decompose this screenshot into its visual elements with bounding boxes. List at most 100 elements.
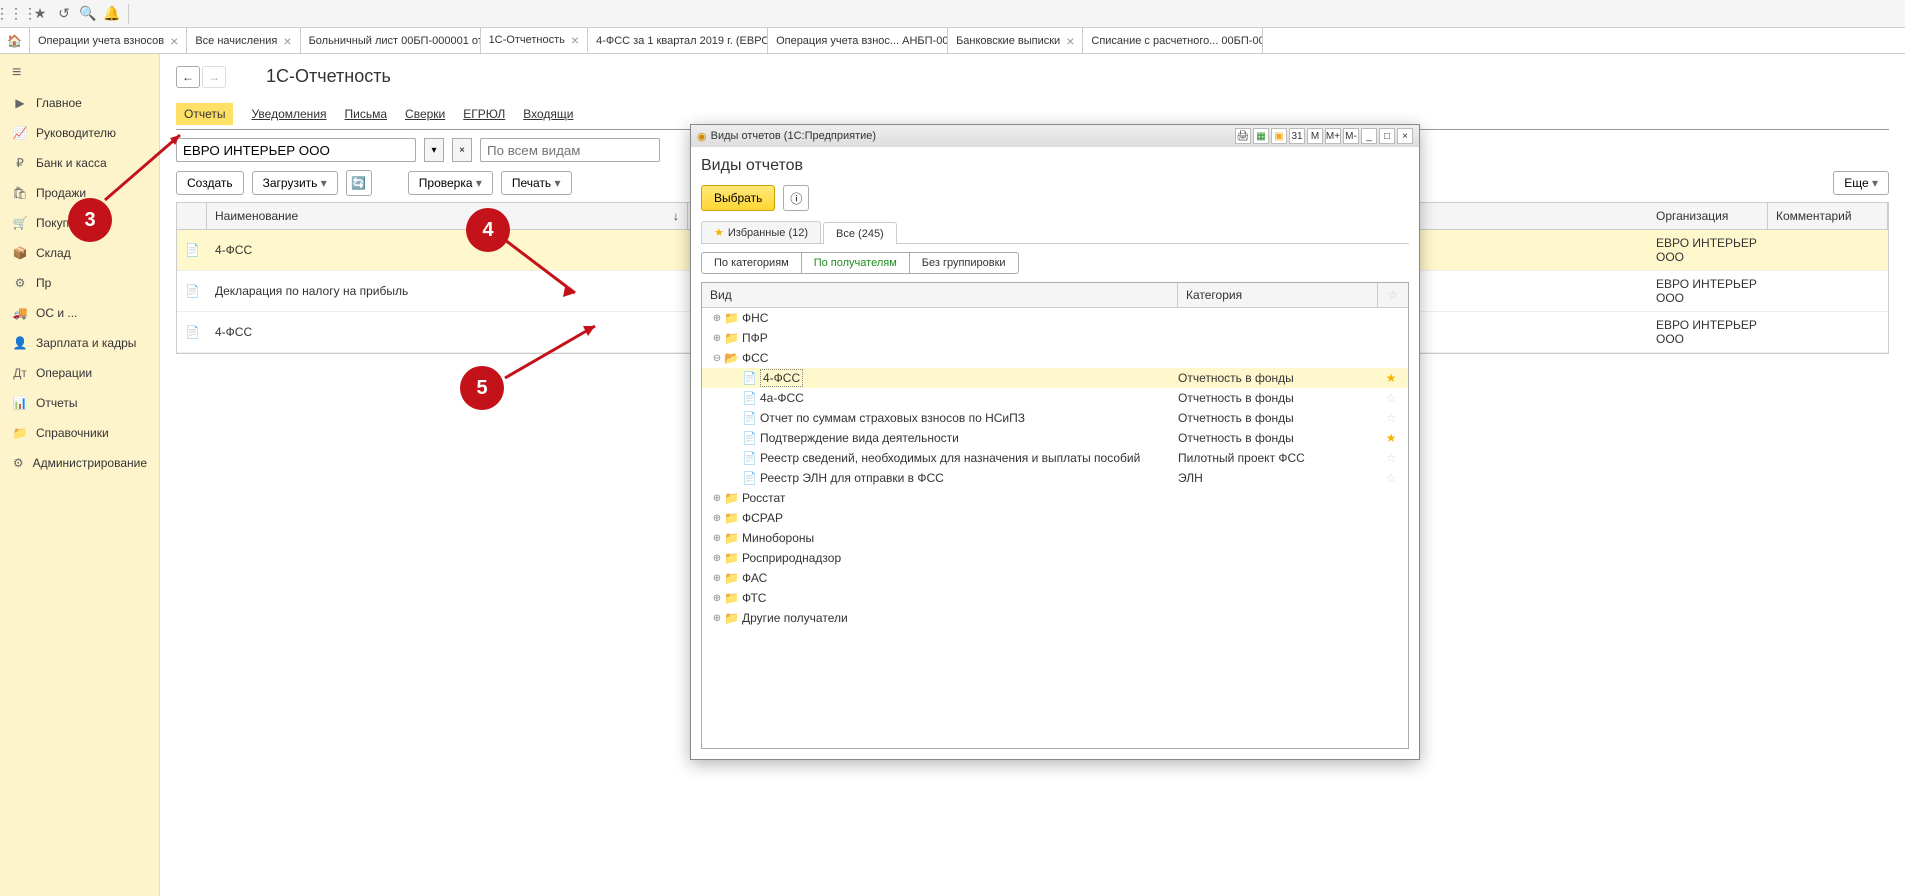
maximize-icon[interactable]: □: [1379, 128, 1395, 144]
tree-item[interactable]: 📄Реестр сведений, необходимых для назнач…: [702, 448, 1408, 468]
col-org[interactable]: Организация: [1648, 203, 1768, 229]
m-minus-icon[interactable]: M-: [1343, 128, 1359, 144]
check-button[interactable]: Проверка: [408, 171, 493, 195]
sidebar-item-admin[interactable]: ⚙Администрирование: [0, 448, 159, 478]
star-icon[interactable]: ★: [28, 2, 52, 26]
expand-icon[interactable]: ⊕: [710, 573, 724, 584]
sidebar-item-salary[interactable]: 👤Зарплата и кадры: [0, 328, 159, 358]
back-button[interactable]: ←: [176, 66, 200, 88]
search-input[interactable]: [480, 138, 660, 162]
tree-folder-fss[interactable]: ⊖📂ФСС: [702, 348, 1408, 368]
sidebar-item-reports[interactable]: 📊Отчеты: [0, 388, 159, 418]
tab-3[interactable]: 1С-Отчетность×: [481, 28, 589, 53]
tab-5[interactable]: Операция учета взнос... АНБП-000001×: [768, 28, 948, 53]
select-button[interactable]: Выбрать: [701, 185, 775, 211]
m-plus-icon[interactable]: M+: [1325, 128, 1341, 144]
organization-input[interactable]: [176, 138, 416, 162]
more-button[interactable]: Еще: [1833, 171, 1889, 195]
tree-col-category[interactable]: Категория: [1178, 283, 1378, 307]
tree-folder[interactable]: ⊕📁ФСРАР: [702, 508, 1408, 528]
home-tab[interactable]: 🏠: [0, 28, 30, 53]
close-icon[interactable]: ×: [571, 32, 579, 48]
tree-item[interactable]: 📄Реестр ЭЛН для отправки в ФССЭЛН☆: [702, 468, 1408, 488]
tab-7[interactable]: Списание с расчетного... 00БП-000002×: [1083, 28, 1263, 53]
expand-icon[interactable]: ⊕: [710, 333, 724, 344]
close-icon[interactable]: ×: [1397, 128, 1413, 144]
sidebar-item-operations[interactable]: ДтОперации: [0, 358, 159, 388]
search-icon[interactable]: 🔍: [76, 2, 100, 26]
org-clear-button[interactable]: ×: [452, 138, 472, 162]
tree-item-4fss[interactable]: 📄4-ФССОтчетность в фонды★: [702, 368, 1408, 388]
col-name[interactable]: Наименование↓: [207, 203, 688, 229]
tree-folder[interactable]: ⊕📁Минобороны: [702, 528, 1408, 548]
load-button[interactable]: Загрузить: [252, 171, 338, 195]
expand-icon[interactable]: ⊕: [710, 513, 724, 524]
star-icon[interactable]: ☆: [1378, 391, 1404, 405]
tree-folder-pfr[interactable]: ⊕📁ПФР: [702, 328, 1408, 348]
star-icon[interactable]: ☆: [1378, 471, 1404, 485]
star-icon[interactable]: ☆: [1378, 411, 1404, 425]
col-comment[interactable]: Комментарий: [1768, 203, 1888, 229]
sidebar-item-main[interactable]: ▶Главное: [0, 88, 159, 118]
tree-folder[interactable]: ⊕📁Росстат: [702, 488, 1408, 508]
tree-col-star[interactable]: ☆: [1378, 283, 1408, 307]
save-icon[interactable]: ▦: [1253, 128, 1269, 144]
menu-toggle-icon[interactable]: ≡: [0, 58, 159, 88]
calc-icon[interactable]: ▣: [1271, 128, 1287, 144]
tree-folder-fns[interactable]: ⊕📁ФНС: [702, 308, 1408, 328]
sidebar-item-production[interactable]: ⚙Пр: [0, 268, 159, 298]
refresh-button[interactable]: 🔄: [346, 170, 372, 196]
calendar-icon[interactable]: 31: [1289, 128, 1305, 144]
expand-icon[interactable]: ⊕: [710, 493, 724, 504]
tree-folder[interactable]: ⊕📁ФТС: [702, 588, 1408, 608]
close-icon[interactable]: ×: [283, 33, 291, 49]
subtab-egrul[interactable]: ЕГРЮЛ: [463, 103, 505, 125]
print-button[interactable]: Печать: [501, 171, 572, 195]
tree-item[interactable]: 📄Отчет по суммам страховых взносов по НС…: [702, 408, 1408, 428]
expand-icon[interactable]: ⊕: [710, 553, 724, 564]
subtab-notifications[interactable]: Уведомления: [251, 103, 326, 125]
action-icon-button[interactable]: ⓘ: [783, 185, 809, 211]
sidebar-item-catalogs[interactable]: 📁Справочники: [0, 418, 159, 448]
print-icon[interactable]: 🖨: [1235, 128, 1251, 144]
star-icon[interactable]: ★: [1378, 431, 1404, 445]
tree-item[interactable]: 📄Подтверждение вида деятельностиОтчетнос…: [702, 428, 1408, 448]
tab-0[interactable]: Операции учета взносов×: [30, 28, 187, 53]
org-dropdown-button[interactable]: ▾: [424, 138, 444, 162]
tree-folder[interactable]: ⊕📁ФАС: [702, 568, 1408, 588]
expand-icon[interactable]: ⊕: [710, 593, 724, 604]
tree-col-type[interactable]: Вид: [702, 283, 1178, 307]
star-icon[interactable]: ★: [1378, 371, 1404, 385]
tab-2[interactable]: Больничный лист 00БП-000001 от 3...×: [301, 28, 481, 53]
subtab-letters[interactable]: Письма: [345, 103, 388, 125]
minimize-icon[interactable]: _: [1361, 128, 1377, 144]
history-icon[interactable]: ↺: [52, 2, 76, 26]
expand-icon[interactable]: ⊕: [710, 613, 724, 624]
filter-by-category[interactable]: По категориям: [701, 252, 802, 274]
subtab-reconciliation[interactable]: Сверки: [405, 103, 445, 125]
close-icon[interactable]: ×: [1066, 33, 1074, 49]
tree-folder[interactable]: ⊕📁Другие получатели: [702, 608, 1408, 628]
sidebar-item-assets[interactable]: 🚚ОС и ...: [0, 298, 159, 328]
forward-button[interactable]: →: [202, 66, 226, 88]
tab-favorites[interactable]: ★Избранные (12): [701, 221, 821, 243]
collapse-icon[interactable]: ⊖: [710, 353, 724, 364]
tab-6[interactable]: Банковские выписки×: [948, 28, 1083, 53]
dialog-titlebar[interactable]: ◉ Виды отчетов (1С:Предприятие) 🖨 ▦ ▣ 31…: [691, 125, 1419, 147]
tree-item[interactable]: 📄4а-ФССОтчетность в фонды☆: [702, 388, 1408, 408]
tab-4[interactable]: 4-ФСС за 1 квартал 2019 г. (ЕВРО И...×: [588, 28, 768, 53]
tree-folder[interactable]: ⊕📁Росприроднадзор: [702, 548, 1408, 568]
filter-no-grouping[interactable]: Без группировки: [910, 252, 1019, 274]
m-icon[interactable]: M: [1307, 128, 1323, 144]
apps-icon[interactable]: ⋮⋮⋮: [4, 2, 28, 26]
star-icon[interactable]: ☆: [1378, 451, 1404, 465]
tab-1[interactable]: Все начисления×: [187, 28, 300, 53]
expand-icon[interactable]: ⊕: [710, 533, 724, 544]
sidebar-item-warehouse[interactable]: 📦Склад: [0, 238, 159, 268]
tab-all[interactable]: Все (245): [823, 222, 897, 244]
expand-icon[interactable]: ⊕: [710, 313, 724, 324]
subtab-incoming[interactable]: Входящи: [523, 103, 573, 125]
bell-icon[interactable]: 🔔: [100, 2, 124, 26]
filter-by-recipient[interactable]: По получателям: [802, 252, 910, 274]
close-icon[interactable]: ×: [170, 33, 178, 49]
